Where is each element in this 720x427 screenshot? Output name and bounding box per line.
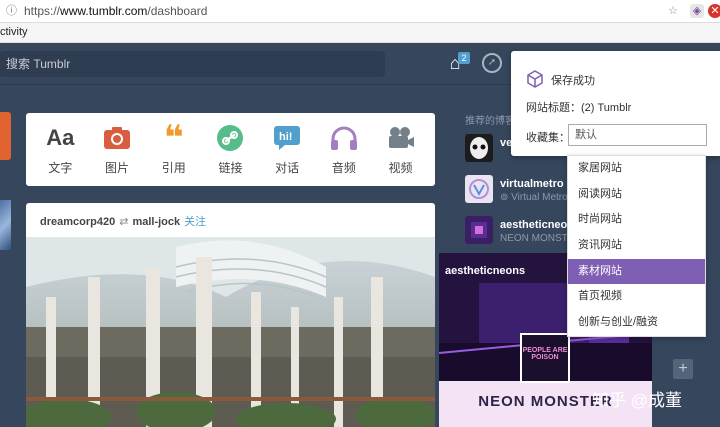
left-edge-thumbnail bbox=[0, 200, 11, 250]
dropdown-option[interactable]: 家居网站 bbox=[568, 156, 705, 182]
dropdown-option[interactable]: 阅读网站 bbox=[568, 182, 705, 208]
post-type-chat[interactable]: hi! 对话 bbox=[261, 123, 313, 176]
blog-avatar[interactable] bbox=[465, 175, 493, 203]
blog-name[interactable]: virtualmetro bbox=[500, 178, 564, 190]
bookmark-star-icon[interactable]: ☆ bbox=[666, 4, 680, 18]
blog-subtitle: ⊚ Virtual Metro bbox=[500, 192, 568, 203]
post-type-label: 视频 bbox=[388, 161, 413, 175]
save-success-text: 保存成功 bbox=[551, 75, 595, 87]
radar-blog-avatar[interactable]: PEOPLE ARE POISON bbox=[520, 333, 570, 383]
chat-icon: hi! bbox=[272, 123, 302, 153]
dropdown-option[interactable]: 时尚网站 bbox=[568, 207, 705, 233]
site-title-label: 网站标题： bbox=[526, 102, 581, 114]
blog-avatar[interactable] bbox=[465, 134, 493, 162]
reblog-source[interactable]: mall-jock bbox=[132, 216, 180, 228]
post-type-label: 对话 bbox=[275, 161, 300, 175]
watermark-text: 知乎 @成董 bbox=[592, 391, 682, 410]
collection-label: 收藏集： bbox=[526, 132, 570, 144]
dropdown-option[interactable]: 首页视频 bbox=[568, 284, 705, 310]
post-type-bar: Aa 文字 图片 ❝ 引用 链接 hi! 对话 音频 视频 bbox=[26, 113, 435, 186]
cube-logo-icon bbox=[526, 70, 544, 88]
radar-blog-name[interactable]: aestheticneons bbox=[445, 265, 525, 277]
post-type-label: 引用 bbox=[161, 161, 186, 175]
quote-icon: ❝ bbox=[163, 119, 184, 157]
dropdown-option-selected[interactable]: 素材网站 bbox=[568, 258, 705, 285]
post-photo[interactable] bbox=[26, 237, 435, 427]
info-icon[interactable]: ⓘ bbox=[6, 5, 18, 17]
explore-compass-icon[interactable]: ➚ bbox=[482, 53, 502, 73]
post-type-label: 图片 bbox=[105, 161, 130, 175]
notification-badge: 2 bbox=[458, 52, 470, 64]
text-icon: Aa bbox=[46, 125, 75, 150]
post-type-label: 文字 bbox=[48, 161, 73, 175]
save-bookmark-popup: 保存成功 网站标题：(2) Tumblr 收藏集： 默认 bbox=[511, 51, 720, 156]
post-type-link[interactable]: 链接 bbox=[204, 123, 256, 176]
reblog-icon: ⇄ bbox=[119, 216, 129, 228]
svg-text:hi!: hi! bbox=[279, 131, 292, 143]
collection-dropdown-list: 家居网站 阅读网站 时尚网站 资讯网站 素材网站 首页视频 创新与创业/融资 bbox=[567, 155, 706, 337]
post-author[interactable]: dreamcorp420 bbox=[40, 216, 115, 228]
post-type-label: 链接 bbox=[218, 161, 243, 175]
bookmarks-bar: ctivity bbox=[0, 23, 720, 43]
post-type-video[interactable]: 视频 bbox=[375, 123, 427, 176]
post-header: dreamcorp420 ⇄ mall-jock 关注 bbox=[26, 203, 435, 237]
site-title-value: (2) Tumblr bbox=[581, 102, 632, 114]
extension-red-icon[interactable]: ✕ bbox=[708, 4, 720, 18]
blog-type-icon: ⊚ bbox=[500, 192, 512, 203]
follow-plus-button[interactable]: + bbox=[673, 359, 693, 379]
address-bar[interactable]: ⓘ https://www.tumblr.com/dashboard ☆ ◈ ✕ bbox=[0, 0, 720, 23]
follow-button[interactable]: 关注 bbox=[184, 216, 206, 228]
url-text[interactable]: https://www.tumblr.com/dashboard bbox=[24, 4, 207, 18]
bookmark-item[interactable]: ctivity bbox=[0, 26, 28, 38]
collection-select[interactable]: 默认 bbox=[568, 124, 707, 146]
blog-avatar[interactable] bbox=[465, 216, 493, 244]
headphones-icon bbox=[329, 123, 359, 153]
dashboard-post: dreamcorp420 ⇄ mall-jock 关注 bbox=[26, 203, 435, 427]
post-type-audio[interactable]: 音频 bbox=[318, 123, 370, 176]
recommended-blogs-title: 推荐的博客 bbox=[465, 116, 515, 127]
extension-icon[interactable]: ◈ bbox=[690, 4, 704, 18]
search-input[interactable]: 搜索 Tumblr bbox=[0, 51, 385, 77]
post-type-photo[interactable]: 图片 bbox=[91, 123, 143, 176]
video-camera-icon bbox=[386, 123, 416, 153]
left-edge-orange-block bbox=[0, 112, 11, 160]
link-icon bbox=[215, 123, 245, 153]
post-type-quote[interactable]: ❝ 引用 bbox=[148, 119, 200, 176]
camera-icon bbox=[102, 123, 132, 153]
dropdown-option[interactable]: 创新与创业/融资 bbox=[568, 310, 705, 336]
post-type-text[interactable]: Aa 文字 bbox=[34, 123, 86, 176]
post-type-label: 音频 bbox=[331, 161, 356, 175]
dropdown-option[interactable]: 资讯网站 bbox=[568, 233, 705, 259]
site-title-row: 网站标题：(2) Tumblr bbox=[526, 99, 631, 115]
